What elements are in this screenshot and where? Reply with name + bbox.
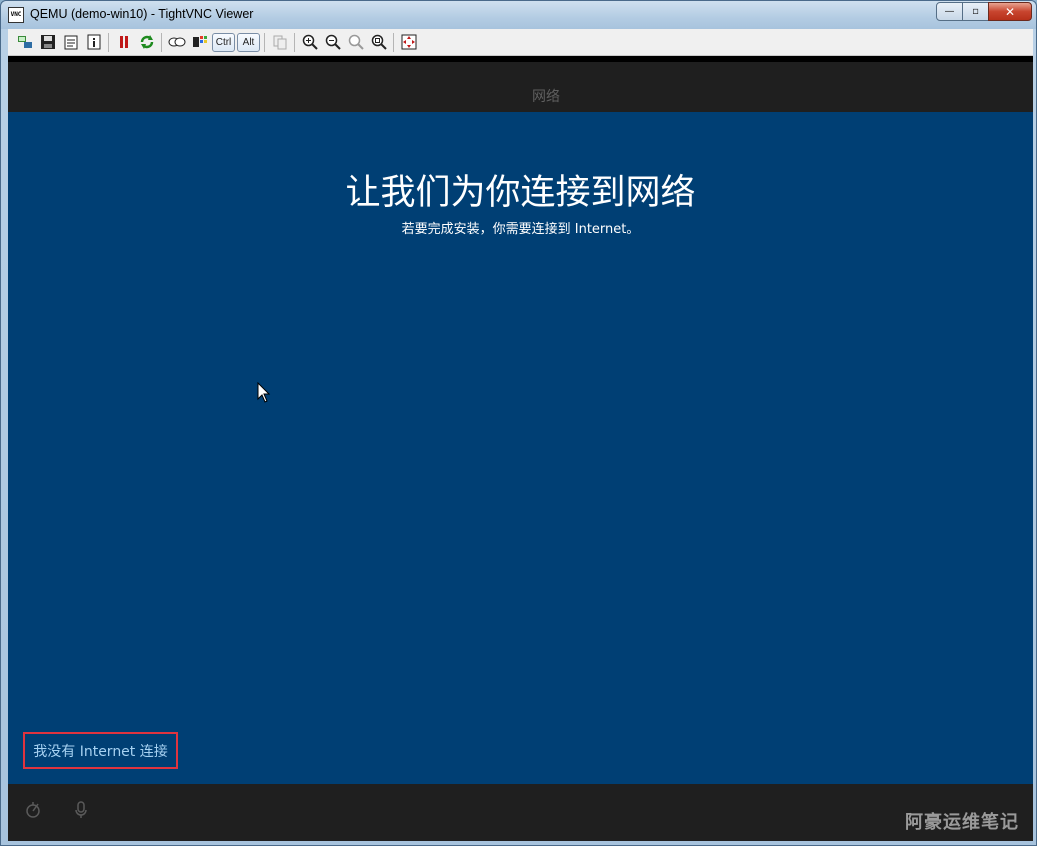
ctrl-key-button[interactable]: Ctrl bbox=[212, 32, 235, 52]
zoom-out-icon[interactable] bbox=[322, 32, 343, 53]
oobe-content: 让我们为你连接到网络 若要完成安装，你需要连接到 Internet。 我没有 I… bbox=[8, 112, 1033, 784]
options-icon[interactable] bbox=[60, 32, 81, 53]
page-subtitle: 若要完成安装，你需要连接到 Internet。 bbox=[401, 222, 640, 237]
new-connection-icon[interactable] bbox=[14, 32, 35, 53]
ease-of-access-icon[interactable] bbox=[24, 800, 44, 820]
watermark: 阿豪运维笔记 bbox=[905, 812, 1019, 833]
vnc-app-icon[interactable]: VNC bbox=[8, 7, 24, 23]
fullscreen-icon[interactable] bbox=[398, 32, 419, 53]
minimize-button[interactable]: — bbox=[936, 2, 963, 21]
title-bar[interactable]: VNC QEMU (demo-win10) - TightVNC Viewer … bbox=[1, 1, 1036, 29]
no-internet-link[interactable]: 我没有 Internet 连接 bbox=[23, 732, 178, 769]
copy-icon[interactable] bbox=[269, 32, 290, 53]
toolbar-separator bbox=[108, 32, 109, 52]
vnc-viewer-window: VNC QEMU (demo-win10) - TightVNC Viewer … bbox=[0, 0, 1037, 846]
oobe-header: 网络 bbox=[8, 62, 1033, 116]
zoom-fit-icon[interactable] bbox=[368, 32, 389, 53]
alt-key-button[interactable]: Alt bbox=[237, 32, 260, 52]
no-internet-link-label[interactable]: 我没有 Internet 连接 bbox=[33, 741, 168, 761]
window-title: QEMU (demo-win10) - TightVNC Viewer bbox=[30, 7, 254, 21]
toolbar-separator bbox=[161, 32, 162, 52]
ctrl-alt-del-icon[interactable] bbox=[166, 32, 187, 53]
zoom-in-icon[interactable] bbox=[299, 32, 320, 53]
section-label-network: 网络 bbox=[532, 89, 560, 105]
oobe-footer: 阿豪运维笔记 bbox=[8, 784, 1033, 841]
mouse-pointer-icon bbox=[257, 381, 271, 408]
toolbar-separator bbox=[264, 32, 265, 52]
ctrl-esc-icon[interactable] bbox=[189, 32, 210, 53]
maximize-button[interactable]: ▫ bbox=[962, 2, 989, 21]
info-icon[interactable] bbox=[83, 32, 104, 53]
toolbar-separator bbox=[393, 32, 394, 52]
microphone-icon[interactable] bbox=[71, 800, 91, 820]
close-button[interactable]: ✕ bbox=[988, 2, 1032, 21]
page-title: 让我们为你连接到网络 bbox=[345, 173, 696, 213]
toolbar: Ctrl Alt bbox=[8, 29, 1033, 56]
refresh-icon[interactable] bbox=[136, 32, 157, 53]
toolbar-separator bbox=[294, 32, 295, 52]
remote-desktop-view[interactable]: 网络 让我们为你连接到网络 若要完成安装，你需要连接到 Internet。 我没… bbox=[8, 56, 1033, 841]
window-controls: — ▫ ✕ bbox=[936, 2, 1032, 21]
pause-icon[interactable] bbox=[113, 32, 134, 53]
zoom-100-icon[interactable] bbox=[345, 32, 366, 53]
save-icon[interactable] bbox=[37, 32, 58, 53]
